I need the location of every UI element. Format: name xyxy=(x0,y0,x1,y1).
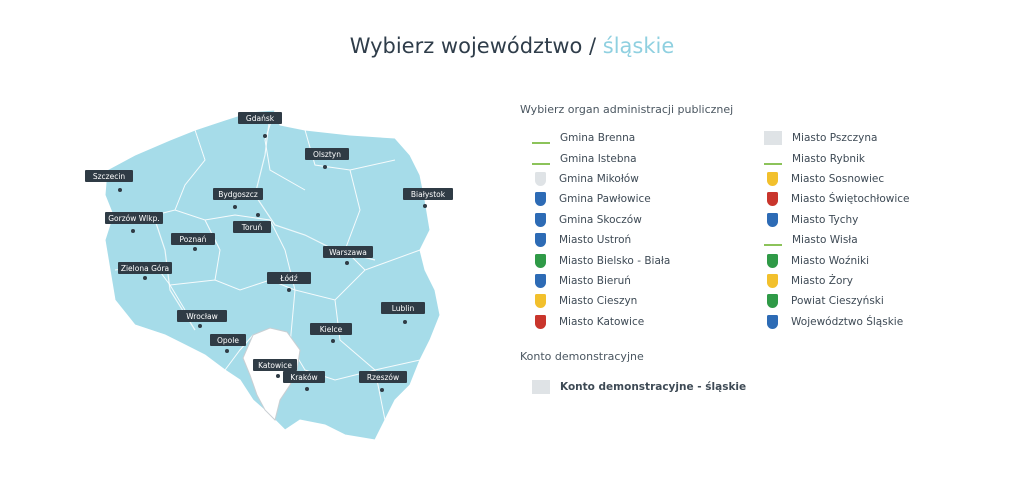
zory-crest-icon xyxy=(767,273,778,288)
authority-name: Gmina Brenna xyxy=(560,132,636,145)
wozniki-crest-icon xyxy=(767,253,778,268)
bielsko-biala-crest-icon xyxy=(535,253,546,268)
pawlowice-crest-icon xyxy=(535,192,546,207)
city-label: Kraków xyxy=(290,373,317,382)
authority-name: Miasto Katowice xyxy=(559,315,645,328)
authority-name: Miasto Cieszyn xyxy=(559,295,638,308)
authority-item-miasto-wisla[interactable]: Miasto Wisła xyxy=(752,230,984,250)
city-label: Gdańsk xyxy=(246,114,275,123)
authority-name: Powiat Cieszyński xyxy=(791,295,884,308)
authority-section-title: Wybierz organ administracji publicznej xyxy=(520,103,734,116)
authority-name: Gmina Skoczów xyxy=(559,213,642,226)
city-label: Poznań xyxy=(180,235,207,244)
city-label: Katowice xyxy=(258,361,292,370)
pszczyna-logo-icon xyxy=(764,131,782,146)
swietochlowice-crest-icon xyxy=(767,192,778,207)
city-label: Białystok xyxy=(411,190,446,199)
city-label: Opole xyxy=(217,336,239,345)
authority-item-miasto-tychy[interactable]: Miasto Tychy xyxy=(752,210,984,230)
authority-name: Gmina Mikołów xyxy=(559,172,639,185)
sosnowiec-logo-icon xyxy=(767,171,778,186)
authority-item-miasto-wozniki[interactable]: Miasto Woźniki xyxy=(752,250,984,270)
authority-item-miasto-katowice[interactable]: Miasto Katowice xyxy=(520,312,752,332)
city-label: Gorzów Wlkp. xyxy=(108,214,160,223)
authority-item-gmina-skoczow[interactable]: Gmina Skoczów xyxy=(520,210,752,230)
authority-item-miasto-cieszyn[interactable]: Miasto Cieszyn xyxy=(520,291,752,311)
wisla-logo-icon xyxy=(764,234,782,247)
page-title-region: śląskie xyxy=(602,34,675,58)
rybnik-logo-icon xyxy=(764,153,782,165)
cieszyn-logo-icon xyxy=(535,294,546,309)
authority-item-miasto-sosnowiec[interactable]: Miasto Sosnowiec xyxy=(752,169,984,189)
powiat-cieszynski-crest-icon xyxy=(767,294,778,309)
authority-item-miasto-ustron[interactable]: Miasto Ustroń xyxy=(520,230,752,250)
authority-item-gmina-mikolow[interactable]: Gmina Mikołów xyxy=(520,169,752,189)
city-label: Wrocław xyxy=(186,312,218,321)
authority-name: Miasto Żory xyxy=(791,274,853,287)
skoczow-crest-icon xyxy=(535,212,546,227)
tychy-crest-icon xyxy=(767,212,778,227)
authority-name: Miasto Tychy xyxy=(791,213,859,226)
authority-item-miasto-rybnik[interactable]: Miasto Rybnik xyxy=(752,148,984,168)
authority-item-miasto-pszczyna[interactable]: Miasto Pszczyna xyxy=(752,128,984,148)
authority-name: Miasto Bielsko - Biała xyxy=(559,254,671,267)
city-label: Kielce xyxy=(320,325,343,334)
authority-item-miasto-bielsko-biala[interactable]: Miasto Bielsko - Biała xyxy=(520,250,752,270)
city-label: Warszawa xyxy=(329,248,367,257)
city-label: Szczecin xyxy=(93,172,126,181)
city-label: Łódź xyxy=(279,274,298,283)
authority-name: Miasto Rybnik xyxy=(792,152,866,165)
wojewodztwo-slaskie-crest-icon xyxy=(767,314,778,329)
authority-list: Gmina Brenna Gmina Istebna Gmina Mikołów… xyxy=(520,128,1000,332)
authority-column-left: Gmina Brenna Gmina Istebna Gmina Mikołów… xyxy=(520,128,752,332)
authority-item-miasto-bierun[interactable]: Miasto Bieruń xyxy=(520,271,752,291)
city-label: Zielona Góra xyxy=(121,264,169,273)
authority-name: Miasto Pszczyna xyxy=(792,132,878,145)
demo-account-link[interactable]: Konto demonstracyjne - śląskie xyxy=(520,377,1000,397)
authority-name: Miasto Woźniki xyxy=(791,254,870,267)
city-label: Toruń xyxy=(241,223,263,232)
demo-logo-icon xyxy=(532,380,550,395)
authority-item-gmina-pawlowice[interactable]: Gmina Pawłowice xyxy=(520,189,752,209)
katowice-logo-icon xyxy=(535,314,546,329)
city-label: Olsztyn xyxy=(313,150,341,159)
demo-section-title: Konto demonstracyjne xyxy=(520,349,644,363)
poland-map: Gdańsk Olsztyn Szczecin Bydgoszcz Białys… xyxy=(85,109,453,441)
bierun-crest-icon xyxy=(535,273,546,288)
demo-account-name: Konto demonstracyjne - śląskie xyxy=(560,381,747,394)
authority-name: Miasto Świętochłowice xyxy=(791,193,910,206)
mikolow-crest-icon xyxy=(535,171,546,186)
authority-name: Gmina Istebna xyxy=(560,152,637,165)
authority-item-miasto-zory[interactable]: Miasto Żory xyxy=(752,271,984,291)
city-label: Lublin xyxy=(392,304,415,313)
authority-item-wojewodztwo-slaskie[interactable]: Województwo Śląskie xyxy=(752,312,984,332)
authority-item-gmina-brenna[interactable]: Gmina Brenna xyxy=(520,128,752,148)
istebna-logo-icon xyxy=(532,153,550,165)
authority-item-miasto-swietochlowice[interactable]: Miasto Świętochłowice xyxy=(752,189,984,209)
authority-name: Miasto Wisła xyxy=(792,234,858,247)
authority-name: Miasto Bieruń xyxy=(559,274,631,287)
authority-name: Województwo Śląskie xyxy=(791,315,904,328)
authority-column-right: Miasto Pszczyna Miasto Rybnik Miasto Sos… xyxy=(752,128,984,332)
authority-panel: Wybierz organ administracji publicznej G… xyxy=(520,103,1000,397)
authority-name: Miasto Sosnowiec xyxy=(791,172,885,185)
city-label: Rzeszów xyxy=(367,373,399,382)
page-title: Wybierz województwo / śląskie xyxy=(0,34,1024,58)
authority-item-powiat-cieszynski[interactable]: Powiat Cieszyński xyxy=(752,291,984,311)
ustron-crest-icon xyxy=(535,233,546,248)
page-title-main: Wybierz województwo / xyxy=(349,34,597,58)
brenna-logo-icon xyxy=(532,132,550,145)
authority-name: Gmina Pawłowice xyxy=(559,193,651,206)
city-label: Bydgoszcz xyxy=(218,190,258,199)
authority-item-gmina-istebna[interactable]: Gmina Istebna xyxy=(520,148,752,168)
authority-name: Miasto Ustroń xyxy=(559,234,632,247)
